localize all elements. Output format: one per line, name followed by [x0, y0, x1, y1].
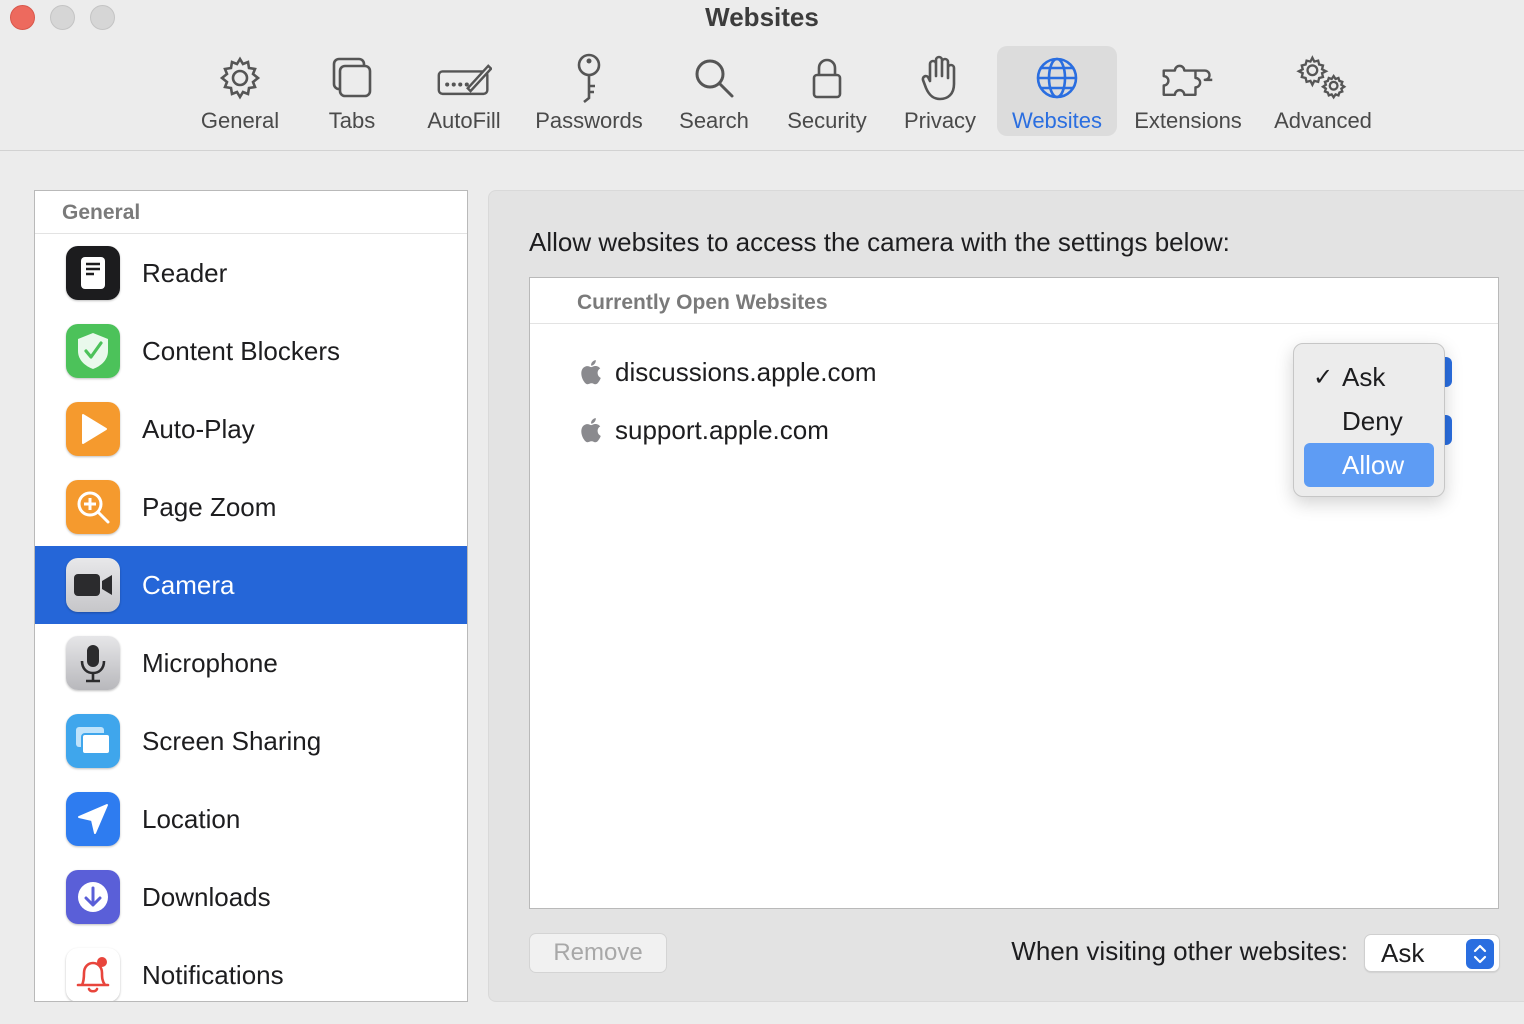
- menu-item-label: Ask: [1342, 361, 1386, 392]
- toolbar-tabs-button[interactable]: Tabs: [310, 46, 394, 136]
- sidebar-item-auto-play[interactable]: Auto-Play: [35, 390, 467, 468]
- autofill-pencil-icon: [436, 50, 492, 106]
- toolbar-passwords-label: Passwords: [535, 108, 643, 133]
- play-icon: [66, 402, 120, 456]
- sidebar-item-label: Page Zoom: [142, 491, 277, 522]
- window-toolbar: Websites General Tabs AutoFill Passwords…: [0, 0, 1524, 151]
- toolbar-tabs-label: Tabs: [328, 108, 376, 133]
- sidebar-item-notifications[interactable]: Notifications: [35, 936, 467, 1001]
- sidebar-item-label: Reader: [142, 257, 228, 288]
- camera-icon: [66, 558, 120, 612]
- tabs-icon: [324, 50, 380, 106]
- website-domain: support.apple.com: [615, 414, 829, 445]
- toolbar-search-label: Search: [679, 108, 749, 133]
- toolbar-search-button[interactable]: Search: [670, 46, 758, 136]
- menu-item-deny[interactable]: Deny: [1304, 399, 1434, 443]
- puzzle-icon: [1160, 50, 1216, 106]
- magnifier-icon: [686, 50, 742, 106]
- sidebar-item-microphone[interactable]: Microphone: [35, 624, 467, 702]
- sidebar-item-label: Content Blockers: [142, 335, 340, 366]
- toolbar-websites-label: Websites: [1011, 108, 1103, 133]
- apple-icon: [581, 360, 601, 385]
- sidebar-item-content-blockers[interactable]: Content Blockers: [35, 312, 467, 390]
- sidebar-item-label: Camera: [142, 569, 235, 600]
- toolbar-extensions-label: Extensions: [1134, 108, 1242, 133]
- other-websites-value: Ask: [1381, 938, 1425, 968]
- sidebar-item-location[interactable]: Location: [35, 780, 467, 858]
- lock-icon: [799, 50, 855, 106]
- toolbar-privacy-label: Privacy: [903, 108, 977, 133]
- settings-sidebar[interactable]: General Reader Content Blockers Auto-Pla…: [34, 190, 468, 1002]
- microphone-icon: [66, 636, 120, 690]
- up-down-chevron-icon: [1466, 939, 1494, 969]
- key-icon: [561, 50, 617, 106]
- bell-icon: [66, 948, 120, 1001]
- toolbar-general-button[interactable]: General: [194, 46, 286, 136]
- menu-item-label: Allow: [1342, 449, 1405, 480]
- sidebar-item-label: Location: [142, 803, 241, 834]
- toolbar-security-button[interactable]: Security: [778, 46, 876, 136]
- zoom-icon: [66, 480, 120, 534]
- toolbar-websites-button[interactable]: Websites: [997, 46, 1117, 136]
- toolbar-passwords-button[interactable]: Passwords: [528, 46, 650, 136]
- gears-icon: [1295, 50, 1351, 106]
- sidebar-item-page-zoom[interactable]: Page Zoom: [35, 468, 467, 546]
- remove-button[interactable]: Remove: [529, 933, 667, 973]
- sidebar-item-reader[interactable]: Reader: [35, 234, 467, 312]
- toolbar-privacy-button[interactable]: Privacy: [896, 46, 984, 136]
- globe-icon: [1029, 50, 1085, 106]
- menu-item-allow[interactable]: Allow: [1304, 443, 1434, 487]
- other-websites-label: When visiting other websites:: [1011, 936, 1348, 966]
- window-title: Websites: [705, 2, 819, 32]
- sidebar-item-downloads[interactable]: Downloads: [35, 858, 467, 936]
- sidebar-item-screen-sharing[interactable]: Screen Sharing: [35, 702, 467, 780]
- screen-sharing-icon: [66, 714, 120, 768]
- toolbar-autofill-label: AutoFill: [427, 108, 501, 133]
- location-arrow-icon: [66, 792, 120, 846]
- toolbar-advanced-label: Advanced: [1274, 108, 1372, 133]
- sidebar-section-header: General: [35, 191, 467, 234]
- sidebar-item-label: Auto-Play: [142, 413, 255, 444]
- sidebar-item-label: Screen Sharing: [142, 725, 322, 756]
- toolbar-general-label: General: [200, 108, 280, 133]
- hand-icon: [912, 50, 968, 106]
- toolbar-security-label: Security: [787, 108, 867, 133]
- website-row[interactable]: support.apple.com: [578, 410, 829, 450]
- permission-popup-menu[interactable]: ✓ Ask Deny Allow: [1293, 343, 1445, 497]
- menu-item-label: Deny: [1342, 405, 1403, 436]
- sidebar-item-camera[interactable]: Camera: [35, 546, 467, 624]
- toolbar-extensions-button[interactable]: Extensions: [1126, 46, 1250, 136]
- website-domain: discussions.apple.com: [615, 356, 877, 387]
- download-icon: [66, 870, 120, 924]
- menu-item-ask[interactable]: ✓ Ask: [1304, 355, 1434, 399]
- apple-icon: [581, 418, 601, 443]
- pane-description: Allow websites to access the camera with…: [529, 227, 1230, 257]
- camera-settings-pane: Allow websites to access the camera with…: [488, 190, 1524, 1002]
- checkmark-icon: ✓: [1312, 363, 1334, 391]
- reader-icon: [66, 246, 120, 300]
- sidebar-item-label: Microphone: [142, 647, 278, 678]
- websites-list-header: Currently Open Websites: [530, 278, 1498, 324]
- toolbar-advanced-button[interactable]: Advanced: [1266, 46, 1380, 136]
- sidebar-item-label: Notifications: [142, 959, 284, 990]
- shield-check-icon: [66, 324, 120, 378]
- website-row[interactable]: discussions.apple.com: [578, 352, 877, 392]
- gear-icon: [212, 50, 268, 106]
- toolbar-autofill-button[interactable]: AutoFill: [418, 46, 510, 136]
- other-websites-select[interactable]: Ask: [1364, 934, 1500, 972]
- sidebar-item-label: Downloads: [142, 881, 271, 912]
